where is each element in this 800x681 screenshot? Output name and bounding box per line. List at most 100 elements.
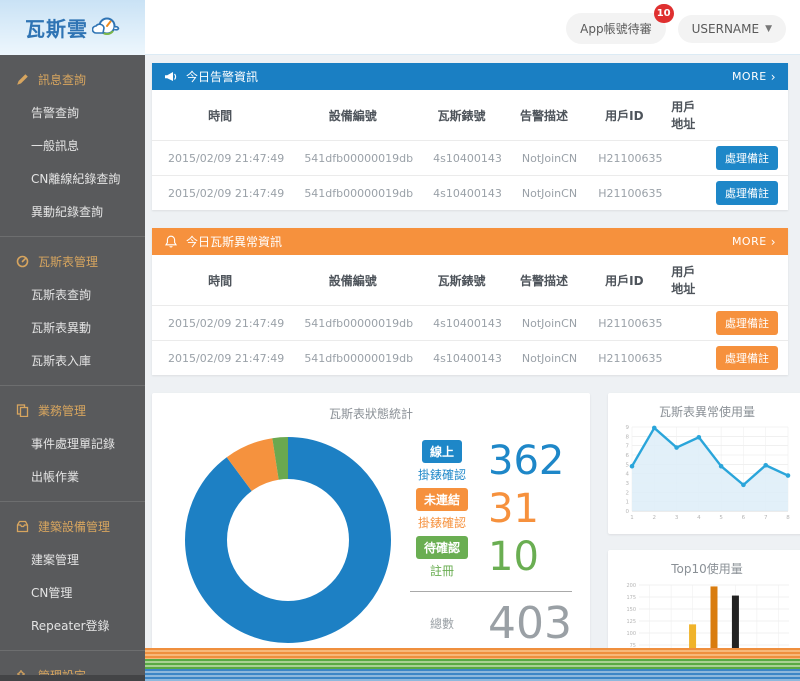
svg-text:7: 7 bbox=[625, 444, 629, 450]
status-badge: 未連結 bbox=[416, 488, 468, 511]
more-label: MORE bbox=[732, 70, 767, 83]
table-cell: 2015/02/09 21:47:49 bbox=[152, 141, 288, 176]
column-header-action bbox=[700, 255, 788, 306]
more-label: MORE bbox=[732, 235, 767, 248]
today-gas-abnormal-panel: 今日瓦斯異常資訊 MORE › 時間設備編號瓦斯錶號告警描述用戶ID用戶地址 2… bbox=[152, 228, 788, 375]
sidebar-section-header[interactable]: 業務管理 bbox=[0, 400, 145, 427]
svg-text:2: 2 bbox=[625, 490, 629, 496]
sidebar-item[interactable]: 告警查詢 bbox=[0, 96, 145, 129]
column-header: 瓦斯錶號 bbox=[417, 90, 506, 141]
table-row: 2015/02/09 21:47:49541dfb00000019db4s104… bbox=[152, 141, 788, 176]
gauge-cloud-logo-icon bbox=[92, 17, 120, 39]
sidebar-item[interactable]: 瓦斯表查詢 bbox=[0, 278, 145, 311]
meter-status-card: 瓦斯表狀態統計 線上掛錶確認362未連結掛錶確認31待確認註冊10總數403 bbox=[152, 393, 590, 681]
sidebar-item[interactable]: 建案管理 bbox=[0, 543, 145, 576]
top10-usage-card-title: Top10使用量 bbox=[616, 560, 798, 577]
status-stat: 未連結掛錶確認31 bbox=[410, 488, 572, 531]
svg-text:7: 7 bbox=[764, 515, 768, 521]
process-note-button[interactable]: 處理備註 bbox=[716, 146, 778, 170]
sidebar-section-label: 業務管理 bbox=[38, 402, 86, 419]
sidebar-section-header[interactable]: 瓦斯表管理 bbox=[0, 251, 145, 278]
sidebar-section-header[interactable]: 訊息查詢 bbox=[0, 69, 145, 96]
status-sub-label: 掛錶確認 bbox=[410, 514, 474, 531]
logo-text: 瓦斯雲 bbox=[25, 13, 88, 42]
sidebar-section: 瓦斯表管理瓦斯表查詢瓦斯表異動瓦斯表入庫 bbox=[0, 237, 145, 386]
table-cell: 4s10400143 bbox=[417, 176, 506, 211]
svg-text:6: 6 bbox=[625, 453, 629, 459]
table-cell: NotJoinCN bbox=[506, 306, 582, 341]
sidebar-item[interactable]: 異動紀錄查詢 bbox=[0, 195, 145, 228]
table-cell: 541dfb00000019db bbox=[288, 306, 417, 341]
today-gas-abnormal-title: 今日瓦斯異常資訊 bbox=[186, 233, 282, 250]
status-badge: 線上 bbox=[422, 440, 462, 463]
username-menu-button[interactable]: USERNAME ▼ bbox=[678, 15, 786, 43]
app-account-pending-button[interactable]: App帳號待審 10 bbox=[566, 13, 665, 44]
sidebar-item[interactable]: 出帳作業 bbox=[0, 460, 145, 493]
svg-text:0: 0 bbox=[625, 509, 629, 515]
status-sub-label: 註冊 bbox=[410, 562, 474, 579]
process-note-button[interactable]: 處理備註 bbox=[716, 311, 778, 335]
table-cell bbox=[666, 176, 700, 211]
table-cell: 4s10400143 bbox=[417, 141, 506, 176]
abnormal-more-link[interactable]: MORE › bbox=[732, 235, 776, 248]
sidebar-item[interactable]: 瓦斯表入庫 bbox=[0, 344, 145, 377]
table-cell: H21100635 bbox=[582, 141, 666, 176]
status-total-row: 總數403 bbox=[410, 591, 572, 646]
column-header-action bbox=[700, 90, 788, 141]
svg-text:9: 9 bbox=[625, 425, 629, 431]
svg-text:8: 8 bbox=[625, 434, 629, 440]
column-header: 用戶地址 bbox=[666, 90, 700, 141]
bell-icon bbox=[164, 235, 178, 249]
table-cell-action: 處理備註 bbox=[700, 141, 788, 176]
table-cell: 2015/02/09 21:47:49 bbox=[152, 341, 288, 376]
status-stat: 線上掛錶確認362 bbox=[410, 440, 572, 483]
table-cell: 541dfb00000019db bbox=[288, 341, 417, 376]
chevron-down-icon: ▼ bbox=[765, 24, 772, 34]
sidebar-section-header[interactable]: 建築設備管理 bbox=[0, 516, 145, 543]
column-header: 設備編號 bbox=[288, 90, 417, 141]
sidebar-item[interactable]: Repeater登錄 bbox=[0, 609, 145, 642]
svg-text:100: 100 bbox=[626, 631, 636, 637]
today-alerts-panel-header: 今日告警資訊 MORE › bbox=[152, 63, 788, 90]
table-cell-action: 處理備註 bbox=[700, 341, 788, 376]
sidebar-item[interactable]: CN離線紀錄查詢 bbox=[0, 162, 145, 195]
megaphone-icon bbox=[164, 70, 178, 84]
username-label: USERNAME bbox=[692, 22, 759, 36]
svg-text:6: 6 bbox=[742, 515, 746, 521]
table-row: 2015/02/09 21:47:49541dfb00000019db4s104… bbox=[152, 341, 788, 376]
footer-stripe-green bbox=[145, 659, 800, 669]
pending-count-badge: 10 bbox=[654, 4, 674, 23]
table-cell bbox=[666, 141, 700, 176]
process-note-button[interactable]: 處理備註 bbox=[716, 181, 778, 205]
status-value: 10 bbox=[488, 537, 539, 577]
process-note-button[interactable]: 處理備註 bbox=[716, 346, 778, 370]
column-header: 用戶ID bbox=[582, 90, 666, 141]
meter-status-stats: 線上掛錶確認362未連結掛錶確認31待確認註冊10總數403 bbox=[410, 435, 576, 646]
today-alerts-title: 今日告警資訊 bbox=[186, 68, 258, 85]
table-cell: 541dfb00000019db bbox=[288, 176, 417, 211]
abnormal-table: 時間設備編號瓦斯錶號告警描述用戶ID用戶地址 2015/02/09 21:47:… bbox=[152, 255, 788, 375]
column-header: 時間 bbox=[152, 255, 288, 306]
sidebar-item[interactable]: 一般訊息 bbox=[0, 129, 145, 162]
alerts-more-link[interactable]: MORE › bbox=[732, 70, 776, 83]
sidebar-item[interactable]: 事件處理單記錄 bbox=[0, 427, 145, 460]
table-cell: 541dfb00000019db bbox=[288, 141, 417, 176]
sidebar-section-label: 瓦斯表管理 bbox=[38, 253, 98, 270]
today-gas-abnormal-panel-header: 今日瓦斯異常資訊 MORE › bbox=[152, 228, 788, 255]
svg-text:3: 3 bbox=[675, 515, 679, 521]
main-content: 今日告警資訊 MORE › 時間設備編號瓦斯錶號告警描述用戶ID用戶地址 201… bbox=[145, 55, 800, 681]
column-header: 時間 bbox=[152, 90, 288, 141]
abnormal-usage-line-chart: 012345678912345678 bbox=[619, 422, 795, 526]
svg-text:8: 8 bbox=[786, 515, 790, 521]
logo[interactable]: 瓦斯雲 bbox=[0, 0, 145, 55]
sidebar-section: 業務管理事件處理單記錄出帳作業 bbox=[0, 386, 145, 502]
meter-status-donut-chart bbox=[172, 424, 404, 656]
sidebar-item[interactable]: 瓦斯表異動 bbox=[0, 311, 145, 344]
svg-text:5: 5 bbox=[719, 515, 723, 521]
meter-status-card-title: 瓦斯表狀態統計 bbox=[166, 405, 576, 422]
table-cell: NotJoinCN bbox=[506, 176, 582, 211]
column-header: 用戶ID bbox=[582, 255, 666, 306]
table-cell bbox=[666, 341, 700, 376]
sidebar-item[interactable]: CN管理 bbox=[0, 576, 145, 609]
footer-stripes bbox=[145, 648, 800, 681]
